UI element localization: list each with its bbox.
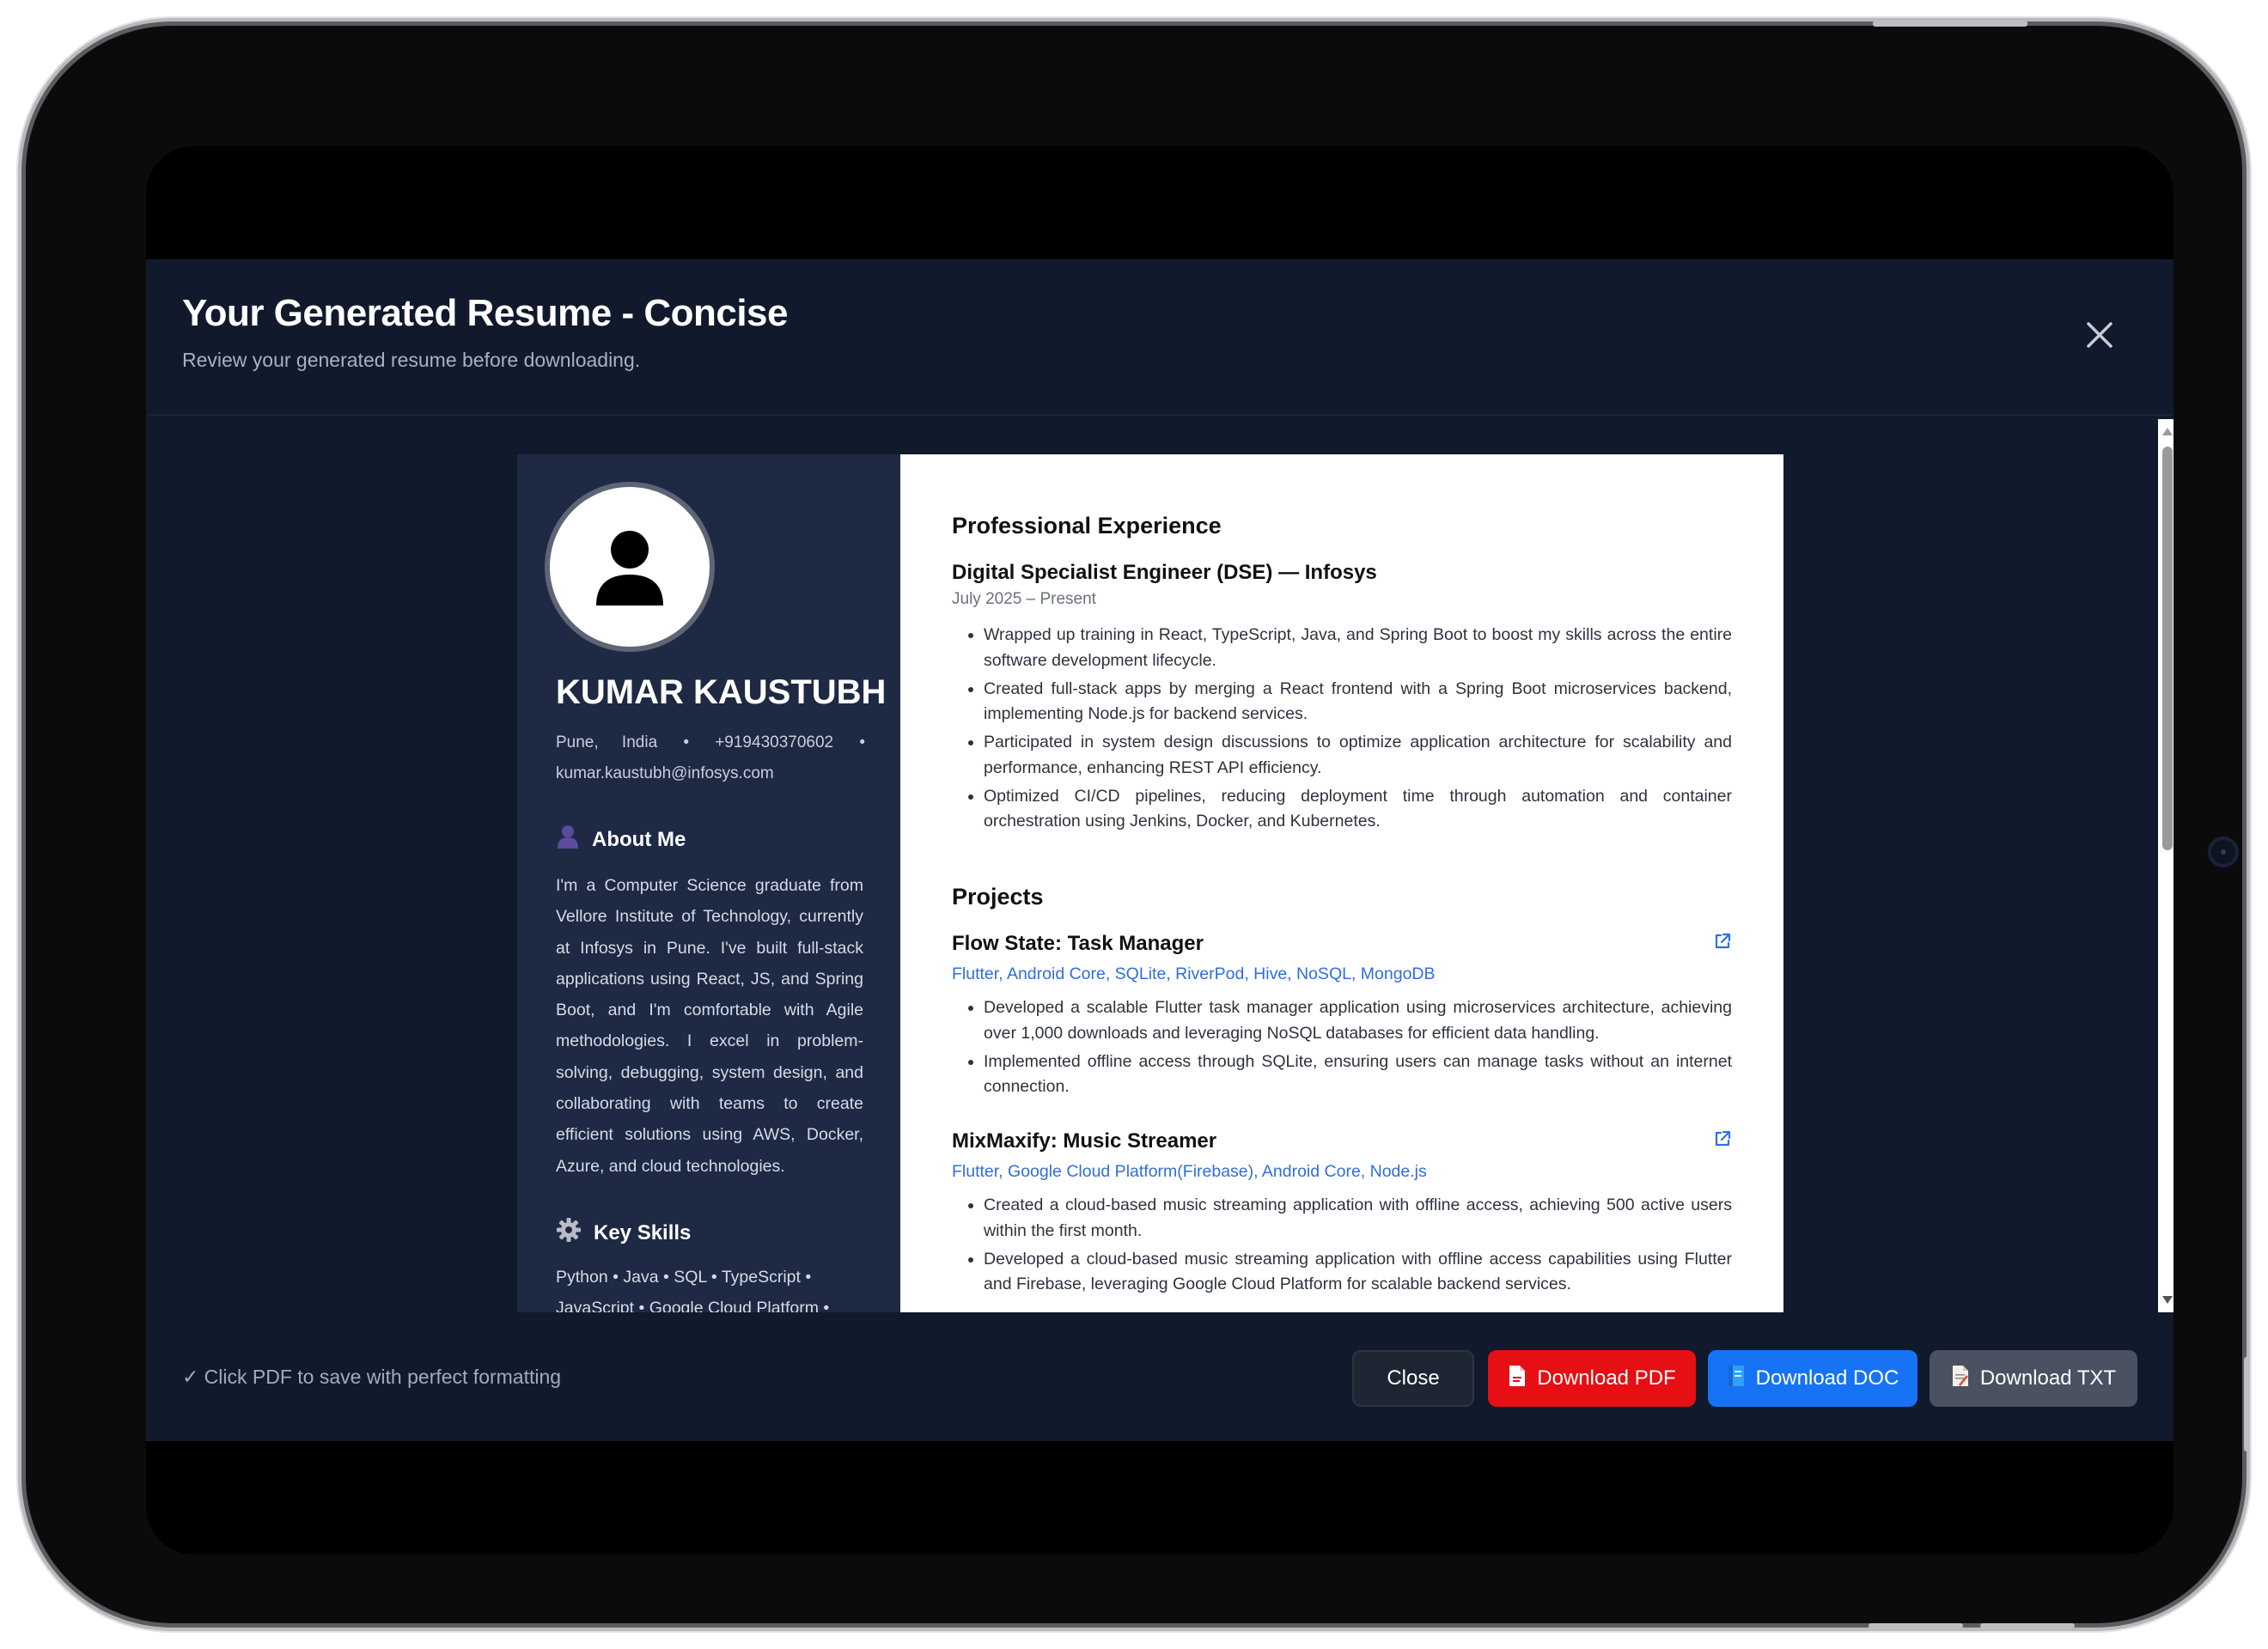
close-button-label: Close: [1387, 1366, 1440, 1390]
project-title: Flow State: Task Manager: [952, 932, 1204, 955]
modal-header: Your Generated Resume - Concise Review y…: [146, 259, 2174, 416]
job-bullets: Wrapped up training in React, TypeScript…: [952, 623, 1732, 837]
volume-button: [1869, 1623, 1963, 1628]
download-txt-button[interactable]: Download TXT: [1930, 1350, 2137, 1407]
list-item: Optimized CI/CD pipelines, reducing depl…: [984, 784, 1732, 835]
download-pdf-button[interactable]: Download PDF: [1488, 1350, 1696, 1407]
external-link-icon[interactable]: [1713, 1129, 1732, 1148]
list-item: Wrapped up training in React, TypeScript…: [984, 623, 1732, 673]
screen: Your Generated Resume - Concise Review y…: [146, 146, 2174, 1555]
footer-note: ✓ Click PDF to save with perfect formatt…: [182, 1366, 562, 1388]
modal-body: KUMAR KAUSTUBH Pune, India • +9194303706…: [146, 416, 2174, 1312]
skills-heading-label: Key Skills: [594, 1220, 692, 1244]
list-item: Implemented offline access through SQLit…: [984, 1050, 1732, 1100]
skills-heading: Key Skills: [556, 1217, 691, 1249]
modal-footer: ✓ Click PDF to save with perfect formatt…: [146, 1312, 2174, 1441]
skills-text: Python • Java • SQL • TypeScript • JavaS…: [556, 1268, 830, 1312]
about-heading: About Me: [556, 824, 686, 855]
user-icon: [556, 824, 580, 855]
modal-title: Your Generated Resume - Concise: [182, 292, 789, 334]
resume-preview: KUMAR KAUSTUBH Pune, India • +9194303706…: [517, 454, 1783, 1312]
job-title: Digital Specialist Engineer (DSE) — Info…: [952, 561, 1377, 584]
list-item: Developed a scalable Flutter task manage…: [984, 995, 1732, 1046]
contact-location: Pune, India: [556, 733, 658, 751]
txt-file-icon: [1951, 1365, 1970, 1393]
about-text: I'm a Computer Science graduate from Vel…: [556, 876, 863, 1176]
resume-main: Professional Experience Digital Speciali…: [952, 454, 1734, 1312]
scroll-thumb[interactable]: [2162, 447, 2173, 850]
contact-info: Pune, India • +919430370602 • kumar.kaus…: [556, 727, 865, 789]
download-doc-label: Download DOC: [1755, 1366, 1899, 1390]
scrollbar[interactable]: [2158, 419, 2174, 1312]
pdf-file-icon: [1508, 1365, 1527, 1393]
project-bullets: Developed a scalable Flutter task manage…: [952, 995, 1732, 1103]
list-item: Participated in system design discussion…: [984, 730, 1732, 781]
project-tech-stack: Flutter, Google Cloud Platform(Firebase)…: [952, 1162, 1427, 1181]
contact-separator: •: [859, 733, 865, 751]
resume-modal: Your Generated Resume - Concise Review y…: [146, 259, 2174, 1441]
power-button: [1873, 21, 2027, 27]
volume-button: [1980, 1623, 2075, 1628]
contact-phone: +919430370602: [715, 733, 834, 751]
contact-separator: •: [683, 733, 689, 751]
external-link-icon[interactable]: [1713, 932, 1732, 951]
contact-email: kumar.kaustubh@infosys.com: [556, 764, 774, 782]
job-date: July 2025 – Present: [952, 590, 1096, 608]
close-icon[interactable]: [2081, 316, 2119, 354]
doc-file-icon: [1727, 1365, 1746, 1393]
modal-subtitle: Review your generated resume before down…: [182, 349, 641, 371]
projects-heading: Projects: [952, 884, 1044, 910]
gear-icon: [556, 1217, 582, 1249]
close-button[interactable]: Close: [1352, 1350, 1474, 1407]
scroll-up-arrow-icon[interactable]: [2162, 428, 2173, 435]
list-item: Created a cloud-based music streaming ap…: [984, 1193, 1732, 1244]
download-doc-button[interactable]: Download DOC: [1708, 1350, 1917, 1407]
candidate-name: KUMAR KAUSTUBH: [556, 673, 887, 711]
download-pdf-label: Download PDF: [1537, 1366, 1676, 1390]
list-item: Developed a cloud-based music streaming …: [984, 1247, 1732, 1298]
project-bullets: Created a cloud-based music streaming ap…: [952, 1193, 1732, 1300]
resume-sidebar: KUMAR KAUSTUBH Pune, India • +9194303706…: [517, 454, 900, 1312]
camera-icon: [2208, 837, 2239, 867]
project-tech-stack: Flutter, Android Core, SQLite, RiverPod,…: [952, 964, 1436, 983]
user-avatar-icon: [550, 487, 710, 647]
side-button: [2244, 1357, 2250, 1451]
download-txt-label: Download TXT: [1979, 1366, 2117, 1390]
tablet-frame: Your Generated Resume - Concise Review y…: [26, 26, 2242, 1623]
project-title: MixMaxify: Music Streamer: [952, 1129, 1217, 1153]
about-heading-label: About Me: [592, 827, 686, 851]
scroll-down-arrow-icon[interactable]: [2162, 1296, 2173, 1304]
list-item: Created full-stack apps by merging a Rea…: [984, 677, 1732, 727]
experience-heading: Professional Experience: [952, 513, 1222, 539]
